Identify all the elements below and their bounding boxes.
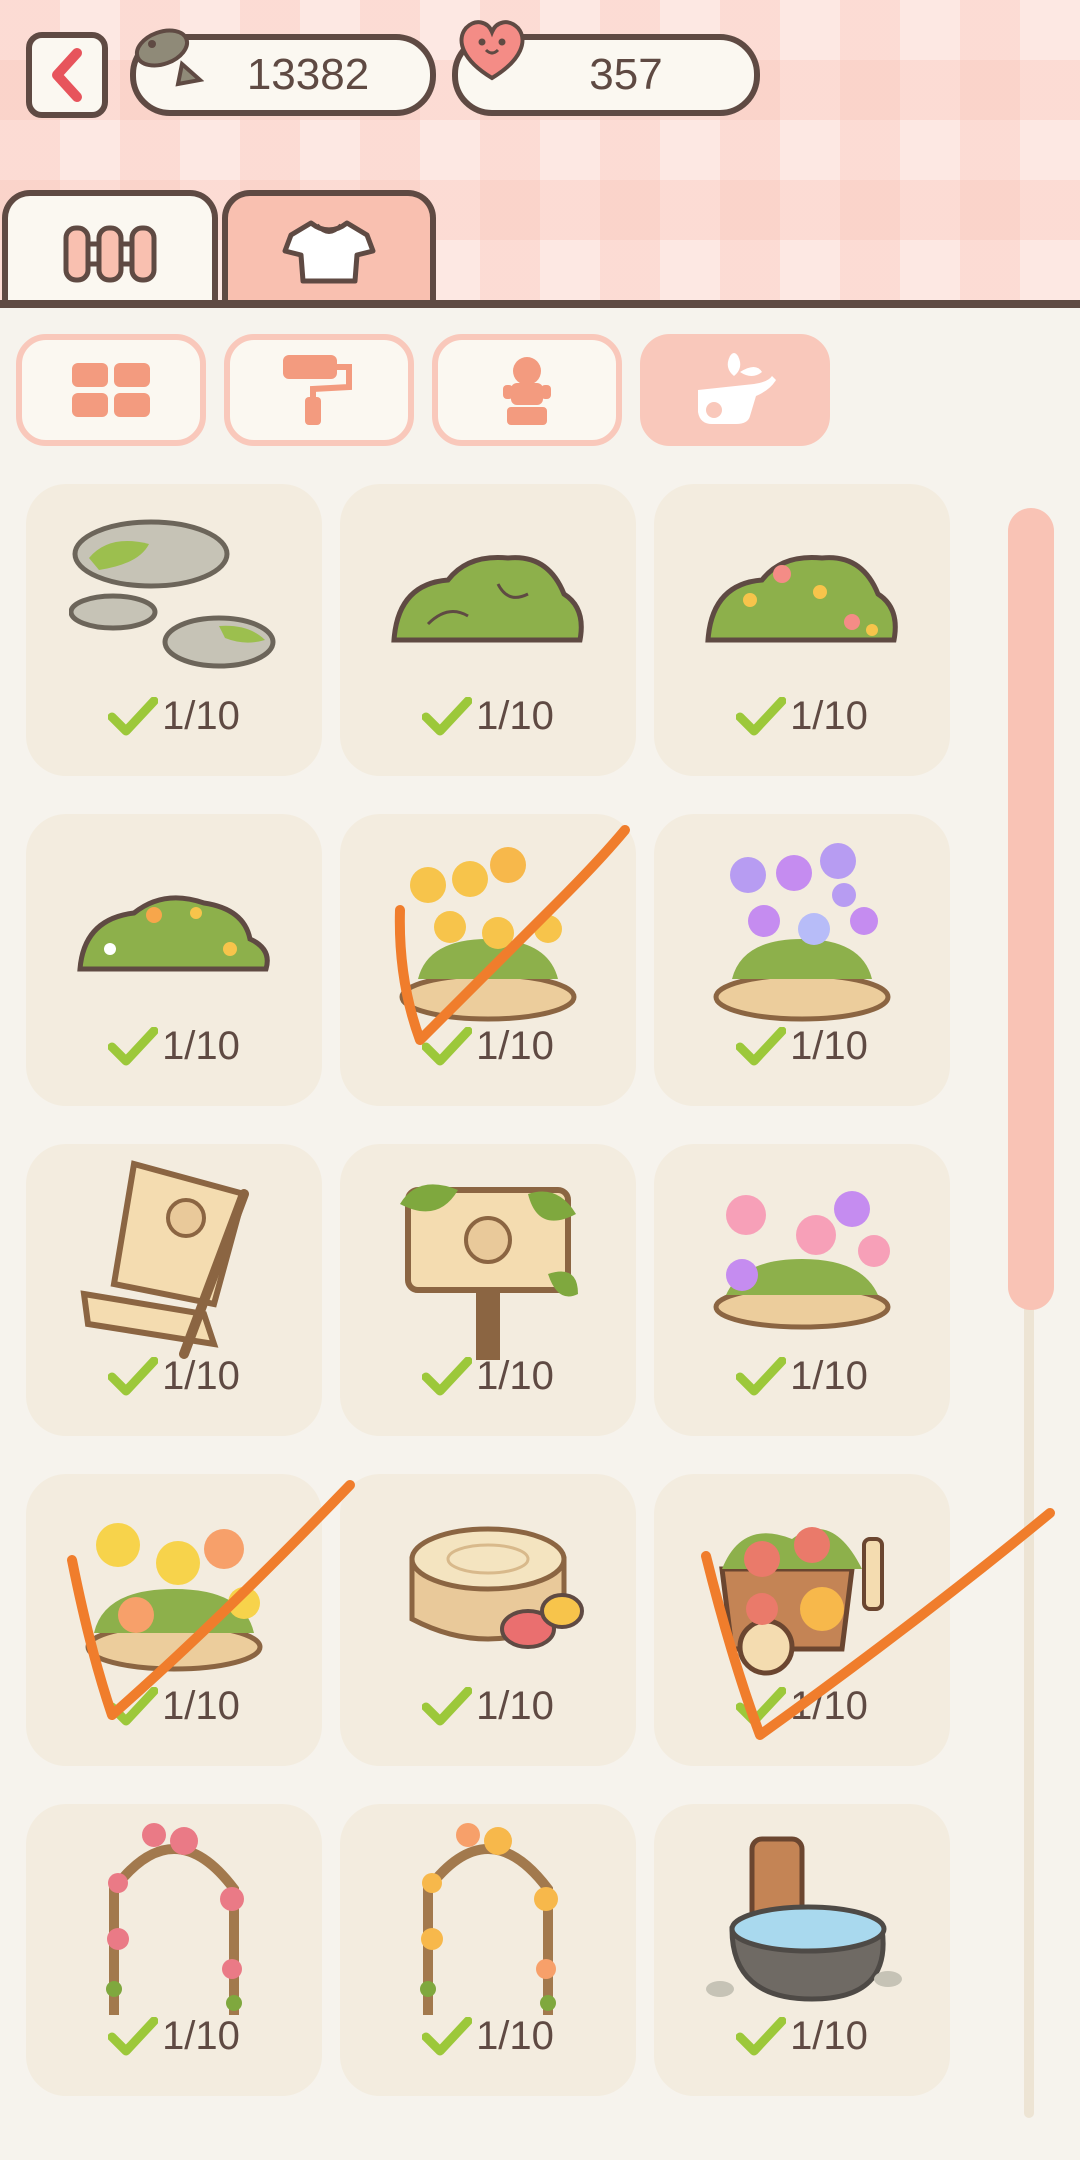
- item-status: 1/10: [26, 1354, 322, 1399]
- purple-flower-planter-icon: [713, 843, 891, 1022]
- check-icon: [736, 696, 787, 735]
- item-card[interactable]: 1/10: [654, 1804, 950, 2096]
- item-card[interactable]: 1/10: [654, 814, 950, 1106]
- check-icon: [422, 2016, 473, 2055]
- check-icon: [108, 1356, 159, 1395]
- check-icon: [422, 1026, 473, 1065]
- item-status: 1/10: [340, 694, 636, 739]
- stepping-stones-icon: [69, 519, 276, 669]
- item-count: 1/10: [790, 2014, 868, 2058]
- flower-bush-icon: [705, 554, 898, 643]
- green-bush-icon: [391, 554, 584, 643]
- rose-arch-icon: [106, 1823, 244, 2015]
- heart-icon: [459, 20, 525, 81]
- flower-cart-icon: [719, 1527, 884, 1676]
- check-icon: [422, 1356, 473, 1395]
- item-card[interactable]: 1/10: [340, 1144, 636, 1436]
- item-status: 1/10: [654, 1024, 950, 1069]
- item-status: 1/10: [26, 1684, 322, 1729]
- chevron-left-icon: [52, 48, 82, 102]
- fence-icon: [63, 225, 157, 283]
- check-icon: [422, 696, 473, 735]
- check-icon: [108, 696, 159, 735]
- item-card[interactable]: 1/10: [340, 1804, 636, 2096]
- item-status: 1/10: [654, 1354, 950, 1399]
- heart-count: 357: [589, 50, 663, 99]
- category-all[interactable]: [16, 334, 206, 446]
- item-count: 1/10: [790, 1024, 868, 1068]
- item-card[interactable]: 1/10: [340, 484, 636, 776]
- orange-rose-arch-icon: [420, 1823, 558, 2015]
- item-status: 1/10: [340, 1354, 636, 1399]
- scrollbar-track[interactable]: [1024, 1300, 1034, 2118]
- item-count: 1/10: [476, 1024, 554, 1068]
- water-basin-icon: [706, 1836, 902, 2002]
- wooden-chair-icon: [80, 1160, 249, 1359]
- item-count: 1/10: [790, 1684, 868, 1728]
- item-card[interactable]: 1/10: [654, 1474, 950, 1766]
- category-statue[interactable]: [432, 334, 622, 446]
- yellow-flower-planter-icon: [399, 847, 577, 1022]
- category-garden[interactable]: [640, 334, 830, 446]
- item-card[interactable]: 1/10: [26, 1474, 322, 1766]
- item-card[interactable]: 1/10: [654, 1144, 950, 1436]
- check-icon: [108, 2016, 159, 2055]
- item-status: 1/10: [340, 1684, 636, 1729]
- statue-icon: [503, 357, 551, 425]
- check-icon: [736, 1026, 787, 1065]
- category-paint[interactable]: [224, 334, 414, 446]
- item-card[interactable]: 1/10: [654, 484, 950, 776]
- item-card[interactable]: 1/10: [26, 1804, 322, 2096]
- yellow-orange-flower-planter-icon: [85, 1523, 263, 1672]
- small-flower-bush-icon: [77, 895, 270, 972]
- tab-divider: [0, 300, 1080, 308]
- item-card[interactable]: 1/10: [26, 484, 322, 776]
- item-status: 1/10: [340, 1024, 636, 1069]
- item-status: 1/10: [654, 1684, 950, 1729]
- check-icon: [108, 1686, 159, 1725]
- fish-icon: [134, 28, 204, 87]
- fish-count: 13382: [246, 50, 370, 99]
- item-count: 1/10: [162, 1684, 240, 1728]
- check-icon: [736, 1356, 787, 1395]
- check-icon: [736, 1686, 787, 1725]
- scrollbar-thumb[interactable]: [1008, 508, 1054, 1310]
- item-count: 1/10: [790, 1354, 868, 1398]
- item-count: 1/10: [162, 1024, 240, 1068]
- item-card[interactable]: 1/10: [340, 1474, 636, 1766]
- item-status: 1/10: [26, 694, 322, 739]
- check-icon: [108, 1026, 159, 1065]
- item-card[interactable]: 1/10: [26, 1144, 322, 1436]
- tab-clothes[interactable]: [222, 190, 436, 308]
- check-icon: [422, 1686, 473, 1725]
- item-status: 1/10: [26, 2014, 322, 2059]
- item-count: 1/10: [476, 1684, 554, 1728]
- paint-roller-icon: [283, 355, 352, 425]
- item-status: 1/10: [340, 2014, 636, 2059]
- shirt-icon: [282, 220, 376, 284]
- item-card[interactable]: 1/10: [26, 814, 322, 1106]
- tree-stump-icon: [409, 1526, 584, 1649]
- tab-fence[interactable]: [2, 190, 218, 308]
- item-count: 1/10: [162, 1354, 240, 1398]
- item-count: 1/10: [162, 2014, 240, 2058]
- item-count: 1/10: [790, 694, 868, 738]
- item-grid: 1/10 1/10 1/10 1/10 1/10 1/10 1/10 1/10 …: [0, 480, 1000, 2160]
- item-count: 1/10: [476, 694, 554, 738]
- grid-icon: [72, 363, 150, 417]
- item-status: 1/10: [26, 1024, 322, 1069]
- watering-can-icon: [698, 353, 776, 424]
- check-icon: [736, 2016, 787, 2055]
- item-status: 1/10: [654, 694, 950, 739]
- item-count: 1/10: [476, 2014, 554, 2058]
- item-count: 1/10: [162, 694, 240, 738]
- item-card[interactable]: 1/10: [340, 814, 636, 1106]
- item-status: 1/10: [654, 2014, 950, 2059]
- back-button[interactable]: [26, 32, 108, 118]
- pink-flower-planter-icon: [713, 1191, 891, 1330]
- flower-signpost-icon: [400, 1184, 578, 1360]
- item-count: 1/10: [476, 1354, 554, 1398]
